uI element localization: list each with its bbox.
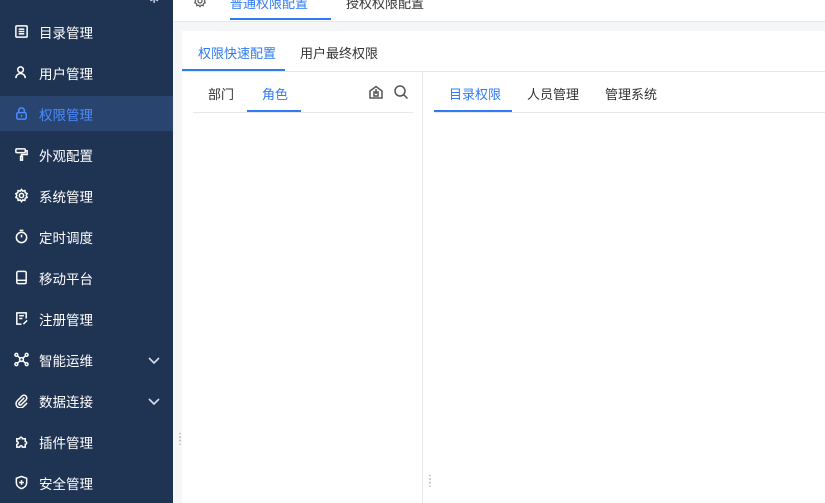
left-pane: 部门 角色: [182, 72, 423, 503]
gear-icon: [13, 188, 29, 204]
import-icon[interactable]: [368, 84, 384, 100]
sidebar-item-register[interactable]: 注册管理: [0, 301, 173, 336]
puzzle-icon: [13, 434, 29, 450]
sidebar-item-label: 安全管理: [39, 476, 93, 493]
sub-tab-bar: 权限快速配置 用户最终权限: [182, 31, 825, 72]
sidebar-item-security[interactable]: 安全管理: [0, 465, 173, 500]
sidebar-item-label: 用户管理: [39, 66, 93, 83]
sidebar-item-label: 移动平台: [39, 271, 93, 288]
sidebar-item-label: 系统管理: [39, 189, 93, 206]
sidebar-item-permissions[interactable]: 权限管理: [0, 96, 173, 131]
sidebar-item-label: 定时调度: [39, 230, 93, 247]
chevron-down-icon[interactable]: [147, 353, 161, 367]
sidebar-item-data-connection[interactable]: 数据连接: [0, 383, 173, 418]
top-tab-bar: 普通权限配置 授权权限配置: [173, 0, 825, 22]
mobile-icon: [13, 270, 29, 286]
sidebar-item-label: 外观配置: [39, 148, 93, 165]
active-tab-indicator: [182, 69, 285, 71]
tab-catalog-permission[interactable]: 目录权限: [449, 84, 501, 103]
tab-department[interactable]: 部门: [208, 84, 234, 103]
sidebar-resize-handle[interactable]: ⋮ ⋮: [175, 433, 185, 450]
timer-icon: [13, 229, 29, 245]
left-tab-bar: 部门 角色: [193, 72, 413, 113]
tab-quick-config[interactable]: 权限快速配置: [198, 43, 276, 62]
shield-icon: [13, 475, 29, 491]
collapse-icon[interactable]: ✲: [149, 0, 159, 6]
sidebar-item-appearance[interactable]: 外观配置: [0, 137, 173, 172]
sidebar-item-schedule[interactable]: 定时调度: [0, 219, 173, 254]
main-panel: 权限快速配置 用户最终权限 部门 角色 目录权限 人员管理 管理系统: [182, 31, 825, 503]
register-icon: [13, 311, 29, 327]
right-tab-bar: 目录权限 人员管理 管理系统: [434, 72, 825, 113]
sidebar: ✲ 目录管理 用户管理 权限管理 外观配置 系统管理 定时调度: [0, 0, 173, 503]
sidebar-item-system[interactable]: 系统管理: [0, 178, 173, 213]
tab-role[interactable]: 角色: [262, 84, 288, 103]
sidebar-item-mobile[interactable]: 移动平台: [0, 260, 173, 295]
tab-normal-permission[interactable]: 普通权限配置: [230, 0, 308, 12]
sidebar-item-label: 目录管理: [39, 25, 93, 42]
catalog-icon: [13, 24, 29, 40]
sidebar-item-ops[interactable]: 智能运维: [0, 342, 173, 377]
active-tab-indicator: [230, 18, 331, 20]
tab-authorized-permission[interactable]: 授权权限配置: [346, 0, 424, 12]
active-tab-indicator: [247, 110, 301, 112]
sidebar-item-label: 插件管理: [39, 435, 93, 452]
search-icon[interactable]: [393, 84, 409, 100]
sidebar-item-label: 注册管理: [39, 312, 93, 329]
sidebar-item-label: 数据连接: [39, 394, 93, 411]
chevron-down-icon[interactable]: [147, 394, 161, 408]
paperclip-icon: [13, 393, 29, 409]
user-icon: [13, 65, 29, 81]
right-pane: 目录权限 人员管理 管理系统: [424, 72, 825, 503]
sidebar-item-catalog[interactable]: 目录管理: [0, 14, 173, 49]
tab-final-permission[interactable]: 用户最终权限: [300, 43, 378, 62]
sidebar-item-plugins[interactable]: 插件管理: [0, 424, 173, 459]
active-tab-indicator: [434, 110, 512, 112]
network-icon: [13, 352, 29, 368]
sidebar-item-users[interactable]: 用户管理: [0, 55, 173, 90]
sidebar-item-label: 权限管理: [39, 107, 93, 124]
gear-icon[interactable]: [193, 0, 207, 8]
sidebar-item-label: 智能运维: [39, 353, 93, 370]
lock-icon: [13, 106, 29, 122]
tab-management-system[interactable]: 管理系统: [605, 84, 657, 103]
tab-staff-management[interactable]: 人员管理: [527, 84, 579, 103]
paint-roller-icon: [13, 147, 29, 163]
pane-resize-handle[interactable]: ⋮ ⋮: [425, 475, 435, 492]
